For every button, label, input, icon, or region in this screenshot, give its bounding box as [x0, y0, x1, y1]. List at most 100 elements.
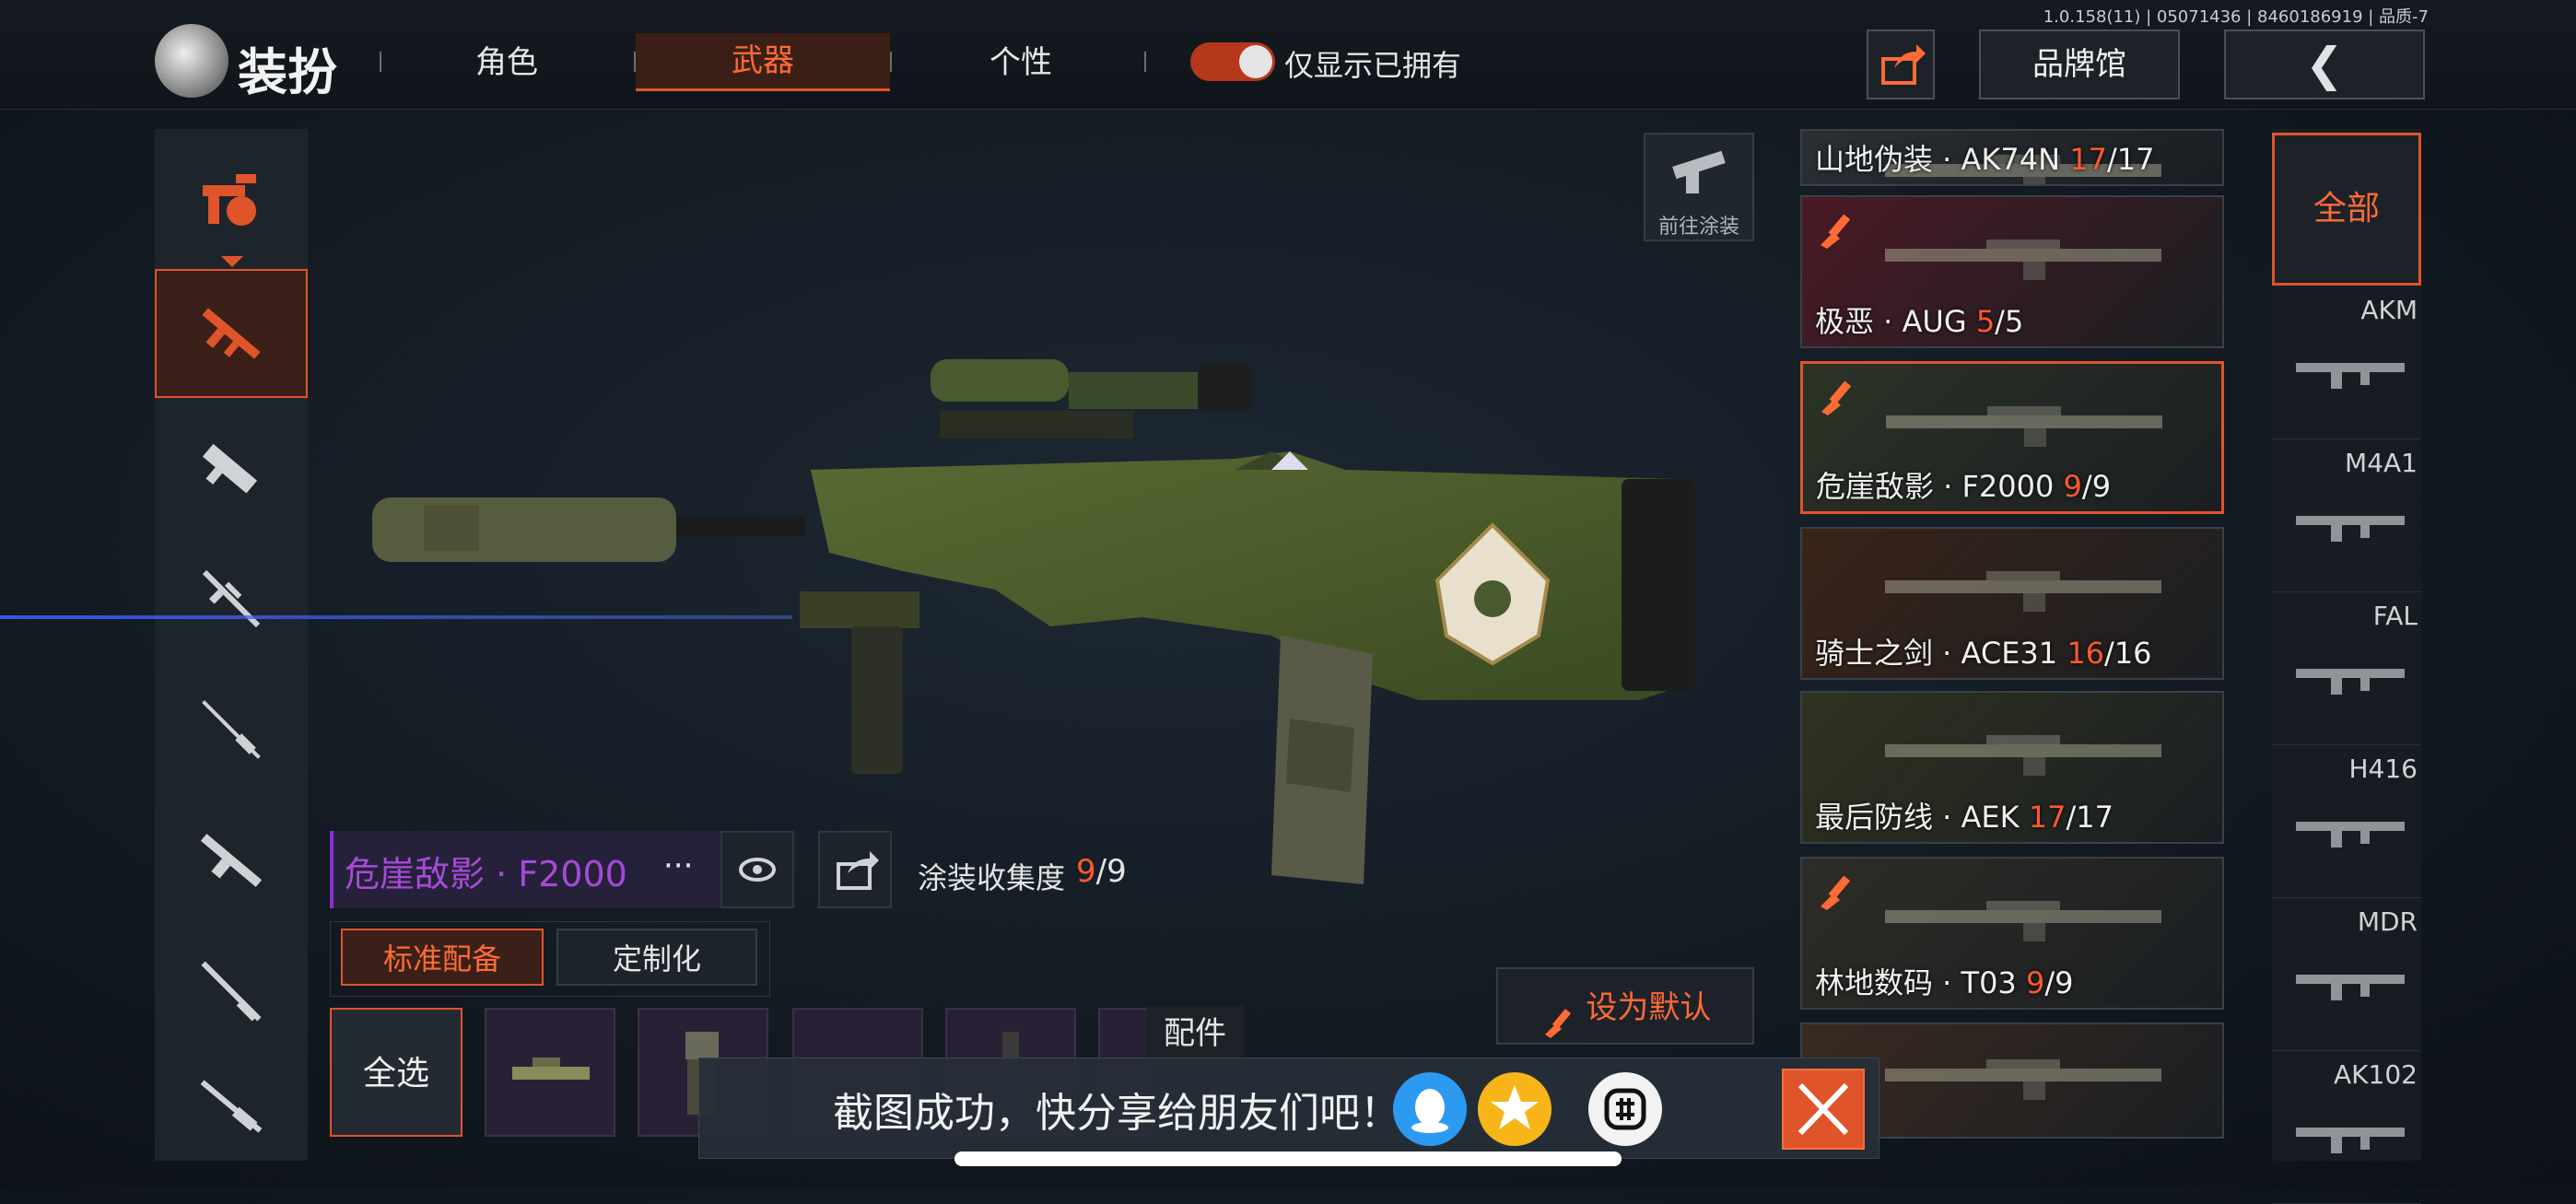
skin-thumbnail: [1876, 1046, 2180, 1101]
skin-card-owned: 17: [2028, 800, 2067, 835]
owned-only-toggle[interactable]: [1190, 42, 1275, 81]
collection-count: 9/9: [1076, 853, 1127, 890]
owned-only-label: 仅显示已拥有: [1284, 48, 1462, 83]
select-all-button[interactable]: 全选: [330, 1008, 463, 1137]
share-other-icon[interactable]: [1588, 1072, 1662, 1146]
skin-card-name: 林地数码 · T03: [1815, 965, 2026, 1000]
skin-card-owned: 9: [2025, 965, 2045, 1000]
close-toast-button[interactable]: [1782, 1069, 1865, 1150]
category-sniper[interactable]: [155, 534, 308, 663]
tab-character[interactable]: 角色: [415, 37, 599, 82]
weapon-filter-all[interactable]: 全部: [2272, 133, 2421, 286]
skin-card-label: 极恶 · AUG 5/5: [1815, 298, 2023, 341]
skin-card-owned: 9: [2063, 469, 2082, 504]
collection-owned: 9: [1076, 853, 1096, 890]
attachment-slot-gun[interactable]: [485, 1008, 615, 1137]
skin-card-name: 骑士之剑 · ACE31: [1815, 636, 2067, 671]
goto-paint-label: 前往涂装: [1657, 216, 1739, 239]
home-indicator: [954, 1151, 1622, 1166]
share-skin-button[interactable]: [818, 831, 892, 908]
weapon-silhouette-icon: [2290, 346, 2410, 392]
brush-icon: [1816, 375, 1858, 417]
skin-card-owned: 17: [2069, 142, 2107, 177]
back-arrow-icon: ❮: [2305, 38, 2344, 91]
skin-card-label: 林地数码 · T03 9/9: [1815, 960, 2073, 1002]
skin-card-name: 极恶 · AUG: [1815, 304, 1976, 339]
set-default-label: 设为默认: [1586, 989, 1712, 1026]
category-lmg[interactable]: [155, 796, 308, 925]
skin-card-total: /9: [2081, 469, 2112, 504]
skin-card-label: 山地伪装 · AK74N 17/17: [1815, 136, 2154, 179]
weapon-list-item-name: FAL: [2372, 601, 2418, 631]
category-rifle[interactable]: [155, 1056, 308, 1157]
weapon-list-item[interactable]: AKM: [2272, 286, 2421, 439]
category-marksman[interactable]: [155, 665, 308, 794]
weapon-silhouette-icon: [2290, 958, 2410, 1004]
skin-card-total: /16: [2104, 636, 2152, 671]
all-weapons-icon: [203, 174, 256, 226]
brush-icon: [1540, 991, 1576, 1038]
marksman-rifle-icon: [202, 700, 261, 759]
toggle-knob: [1239, 45, 1272, 78]
brand-hall-button[interactable]: 品牌馆: [1979, 29, 2180, 99]
skin-card-total: /9: [2044, 965, 2074, 1000]
skin-card[interactable]: 极恶 · AUG 5/5: [1800, 195, 2224, 348]
share-button[interactable]: [1867, 29, 1935, 99]
tab-separator: [890, 52, 892, 72]
share-icon: [1881, 44, 1926, 85]
rifle-icon: [200, 1080, 263, 1133]
tab-separator: [380, 52, 381, 72]
skin-card[interactable]: 林地数码 · T03 9/9: [1800, 857, 2224, 1010]
skin-thumbnail: [1876, 722, 2180, 782]
qzone-icon[interactable]: [1478, 1072, 1551, 1146]
back-button[interactable]: ❮: [2224, 29, 2425, 99]
skin-card[interactable]: 危崖敌影 · F2000 9/9: [1800, 361, 2224, 514]
close-icon: [1797, 1082, 1849, 1136]
page-title: 装扮: [238, 43, 337, 101]
skin-card-owned: 5: [1975, 304, 1996, 339]
tab-separator: [1144, 52, 1146, 72]
tab-weapons[interactable]: 武器: [636, 33, 890, 91]
category-smg[interactable]: [155, 405, 308, 534]
weapon-list-item-name: AKM: [2360, 295, 2418, 325]
category-assault-rifle[interactable]: [155, 269, 308, 398]
globe-logo-icon: [155, 24, 228, 98]
category-all[interactable]: [155, 134, 308, 263]
qq-icon[interactable]: [1393, 1072, 1467, 1146]
skin-card-name: 危崖敌影 · F2000: [1816, 469, 2064, 504]
weapon-silhouette-icon: [2290, 805, 2410, 851]
weapon-list-item-name: MDR: [2357, 906, 2418, 937]
weapon-list-item[interactable]: FAL: [2272, 591, 2421, 745]
skin-card-label: 最后防线 · AEK 17/17: [1815, 794, 2113, 836]
tab-customize[interactable]: 定制化: [556, 929, 757, 986]
paint-gun-icon: [1672, 150, 1726, 193]
weapon-list-item-name: M4A1: [2345, 448, 2418, 478]
preview-button[interactable]: [720, 831, 794, 908]
set-default-button[interactable]: 设为默认: [1496, 967, 1754, 1045]
weapon-list-item[interactable]: M4A1: [2272, 438, 2421, 592]
skin-thumbnail: [1877, 393, 2181, 452]
weapon-list-item[interactable]: MDR: [2272, 897, 2421, 1051]
skin-card[interactable]: 山地伪装 · AK74N 17/17: [1800, 129, 2224, 186]
weapon-list-item[interactable]: AK102: [2272, 1050, 2421, 1204]
category-shotgun[interactable]: [155, 927, 308, 1056]
skin-card[interactable]: 骑士之剑 · ACE31 16/16: [1800, 527, 2224, 680]
weapon-silhouette-icon: [2290, 652, 2410, 698]
skin-card-label: 骑士之剑 · ACE31 16/16: [1815, 630, 2152, 672]
more-options-button[interactable]: ···: [663, 847, 693, 884]
brush-icon: [1815, 208, 1857, 251]
collection-label: 涂装收集度: [918, 860, 1066, 895]
tab-personality[interactable]: 个性: [929, 37, 1113, 82]
brush-icon: [1815, 870, 1857, 912]
tab-standard-loadout[interactable]: 标准配备: [341, 929, 544, 986]
weapon-list-item[interactable]: H416: [2272, 744, 2421, 898]
skin-card[interactable]: 最后防线 · AEK 17/17: [1800, 691, 2224, 844]
sniper-icon: [202, 569, 261, 628]
weapon-silhouette-icon: [2290, 1111, 2410, 1157]
skin-name: 危崖敌影 · F2000: [345, 854, 627, 894]
skin-card-owned: 16: [2067, 636, 2105, 671]
attachments-label: 配件: [1146, 1006, 1244, 1061]
shotgun-icon: [201, 961, 262, 1022]
collection-total: /9: [1095, 853, 1127, 890]
assault-rifle-icon: [202, 308, 261, 359]
